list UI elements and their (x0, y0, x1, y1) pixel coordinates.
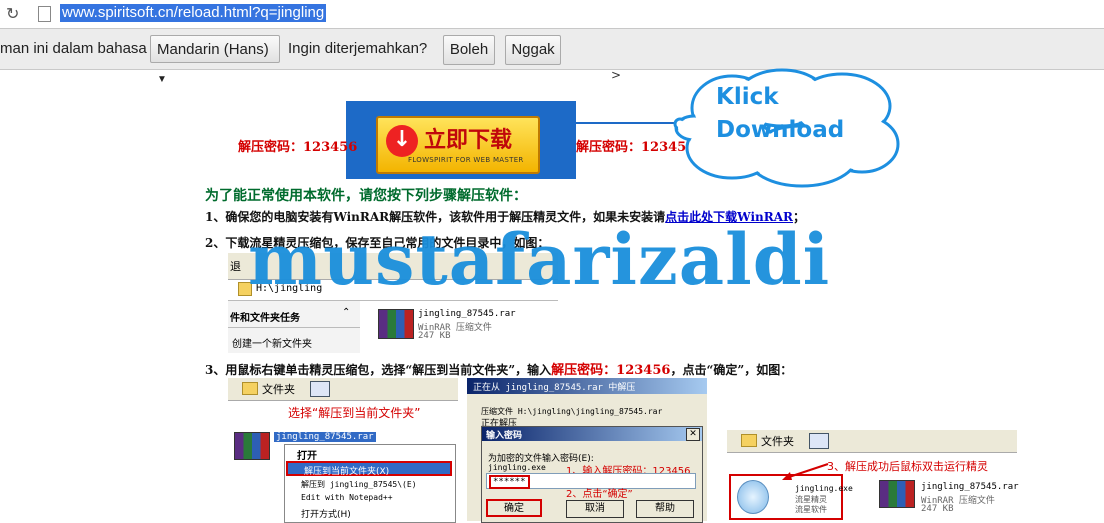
rar-file-icon (879, 480, 915, 508)
extract-window-title: 正在从 jingling_87545.rar 中解压 (473, 383, 636, 393)
screenshot-password-dialog: 正在从 jingling_87545.rar 中解压 压缩文件 H:\jingl… (467, 378, 707, 523)
translate-no-button[interactable]: Nggak (505, 35, 561, 65)
view-icon (809, 433, 829, 449)
screenshot-extracted-result: 文件夹 3、解压成功后鼠标双击运行精灵 jingling.exe 流星精灵 流星… (727, 430, 1019, 521)
extract-window-titlebar: 正在从 jingling_87545.rar 中解压 (467, 378, 707, 394)
menu-item-open-with[interactable]: 打开方式(H) (301, 507, 351, 520)
password-dialog: 输入密码 ✕ 为加密的文件输入密码(E): jingling.exe 1、输入解… (481, 426, 703, 523)
folder-icon (741, 434, 757, 447)
close-icon[interactable]: ✕ (686, 428, 700, 441)
download-now-button[interactable]: ↓ 立即下载 FLOWSPIRIT FOR WEB MASTER (376, 116, 540, 174)
download-sublabel: FLOWSPIRIT FOR WEB MASTER (408, 156, 524, 164)
screenshot-context-menu: 文件夹 选择“解压到当前文件夹” jingling_87545.rar 打开 解… (228, 378, 458, 523)
chevron-down-icon: ▼ (157, 74, 167, 85)
password-input-value: ****** (489, 475, 530, 489)
shot4-toolbar: 文件夹 (727, 430, 1017, 453)
password-dialog-titlebar: 输入密码 ✕ (482, 427, 702, 441)
shot2-hint: 选择“解压到当前文件夹” (288, 406, 421, 420)
password-hint2: 2、点击“确定” (566, 489, 633, 500)
explorer-back-label: 退 (230, 260, 241, 273)
step3-text: 3、用鼠标右键单击精灵压缩包，选择“解压到当前文件夹”，输入解压密码：12345… (205, 359, 792, 378)
file-size: 247 KB (921, 504, 954, 514)
exe-desc2: 流星软件 (795, 505, 827, 514)
ok-button[interactable]: 确定 (486, 499, 542, 517)
shot4-hint: 3、解压成功后鼠标双击运行精灵 (827, 460, 988, 473)
collapse-icon: ⌃ (342, 307, 351, 318)
stray-gt-text: > (611, 68, 622, 82)
step3-prefix: 3、用鼠标右键单击精灵压缩包，选择“解压到当前文件夹”，输入 (205, 363, 552, 377)
step3-suffix: ，点击“确定”，如图： (670, 363, 793, 377)
task-panel-title: 件和文件夹任务 (230, 313, 300, 324)
translate-prefix-text: man ini dalam bahasa (0, 40, 147, 57)
selected-file-name: jingling_87545.rar (274, 432, 376, 442)
url-field[interactable]: www.spiritsoft.cn/reload.html?q=jingling (60, 4, 327, 22)
folder-icon (242, 382, 258, 395)
context-menu: 打开 解压到当前文件夹(X) 解压到 jingling_87545\(E) Ed… (284, 444, 456, 523)
menu-item-notepad[interactable]: Edit with Notepad++ (301, 493, 393, 502)
help-button[interactable]: 帮助 (636, 500, 694, 518)
menu-item-extract-here-label: 解压到当前文件夹(X) (304, 467, 390, 477)
folder-label: 文件夹 (761, 435, 794, 448)
instructions-heading: 为了能正常使用本软件，请您按下列步骤解压软件： (205, 188, 527, 204)
cloud-text-line2: Download (716, 117, 845, 143)
view-icon (310, 381, 330, 397)
rar-file-icon (378, 309, 414, 339)
language-select-label: Mandarin (Hans) (157, 41, 269, 58)
password-dialog-title: 输入密码 (486, 431, 523, 441)
language-select[interactable]: Mandarin (Hans) ▼ (150, 35, 280, 85)
hint-arrow-icon (782, 463, 829, 480)
password-left-text: 解压密码：123456 (238, 140, 358, 155)
download-arrow-icon: ↓ (386, 125, 418, 157)
menu-item-extract-here[interactable]: 解压到当前文件夹(X) (286, 461, 452, 477)
step3-password: 解压密码：123456 (551, 363, 671, 378)
exe-file-name: jingling.exe (795, 484, 853, 493)
cloud-text-line1: Klick (716, 84, 779, 110)
shot2-toolbar: 文件夹 (228, 378, 458, 401)
task-panel-item: 创建一个新文件夹 (232, 339, 312, 350)
download-now-label: 立即下载 (424, 128, 513, 153)
watermark-text: mustafarizaldi (248, 218, 831, 301)
rar-file-icon (234, 432, 270, 460)
cancel-button[interactable]: 取消 (566, 500, 624, 518)
page-icon (38, 6, 51, 22)
password-file-name: jingling.exe (488, 463, 546, 472)
app-icon (737, 480, 769, 514)
cloud-connector-line (536, 122, 676, 124)
file-size: 247 KB (418, 331, 451, 341)
translate-question-text: Ingin diterjemahkan? (288, 40, 428, 57)
translate-yes-button[interactable]: Boleh (443, 35, 495, 65)
menu-item-extract-to[interactable]: 解压到 jingling_87545\(E) (301, 479, 417, 490)
explorer-task-panel: 件和文件夹任务 ⌃ 创建一个新文件夹 (228, 301, 360, 353)
folder-label: 文件夹 (262, 383, 295, 396)
file-name: jingling_87545.rar (921, 482, 1019, 492)
file-name: jingling_87545.rar (418, 309, 516, 319)
menu-item-open[interactable]: 打开 (297, 447, 317, 462)
reload-icon[interactable]: ↻ (6, 4, 19, 23)
address-bar: ↻ www.spiritsoft.cn/reload.html?q=jingli… (0, 0, 1104, 29)
